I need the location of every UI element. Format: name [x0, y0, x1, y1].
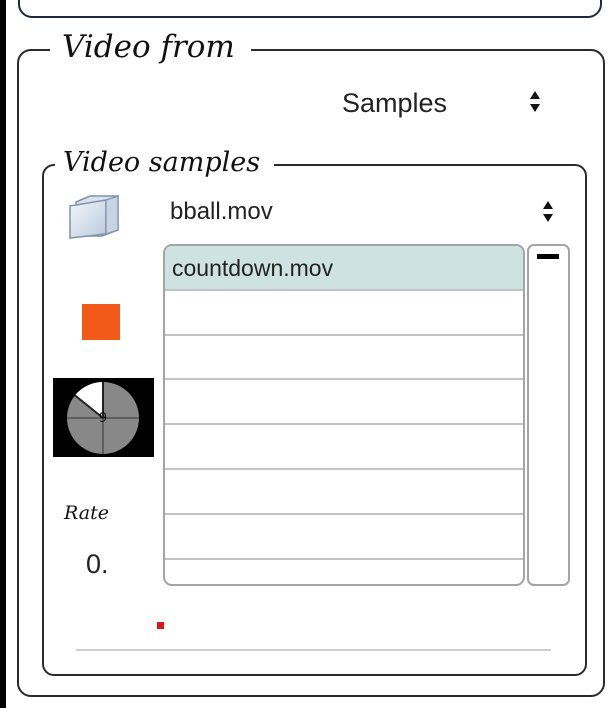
updown-arrows-icon: [538, 196, 558, 226]
list-item[interactable]: [165, 470, 523, 515]
updown-arrows-icon: [525, 86, 545, 116]
list-item[interactable]: [165, 380, 523, 426]
playback-progress-track[interactable]: [76, 649, 551, 651]
stop-button[interactable]: [82, 304, 120, 340]
video-from-label: Video from: [50, 28, 251, 67]
folder-icon[interactable]: [66, 190, 122, 240]
scrollbar-thumb[interactable]: [537, 254, 559, 259]
sample-file-select[interactable]: bball.mov: [160, 192, 570, 232]
sample-file-value: bball.mov: [170, 198, 273, 225]
sample-file-list: countdown.mov: [163, 244, 525, 586]
video-source-select[interactable]: Samples: [290, 80, 575, 126]
left-edge-bar: [0, 0, 6, 708]
clock-icon: 9: [67, 382, 139, 454]
video-source-value: Samples: [342, 88, 448, 118]
upper-panel: [18, 0, 602, 18]
list-item[interactable]: [165, 291, 523, 336]
svg-text:9: 9: [99, 411, 107, 426]
record-indicator: [157, 622, 164, 629]
file-list-scrollbar[interactable]: [527, 244, 570, 586]
list-item[interactable]: [165, 515, 523, 560]
list-item[interactable]: countdown.mov: [165, 246, 523, 291]
rate-label: Rate: [64, 502, 109, 524]
video-samples-label: Video samples: [55, 146, 275, 179]
list-item[interactable]: [165, 336, 523, 381]
playback-clock: 9: [53, 378, 154, 457]
rate-value[interactable]: 0.: [86, 549, 109, 580]
list-item[interactable]: [165, 560, 523, 584]
list-item[interactable]: [165, 425, 523, 470]
